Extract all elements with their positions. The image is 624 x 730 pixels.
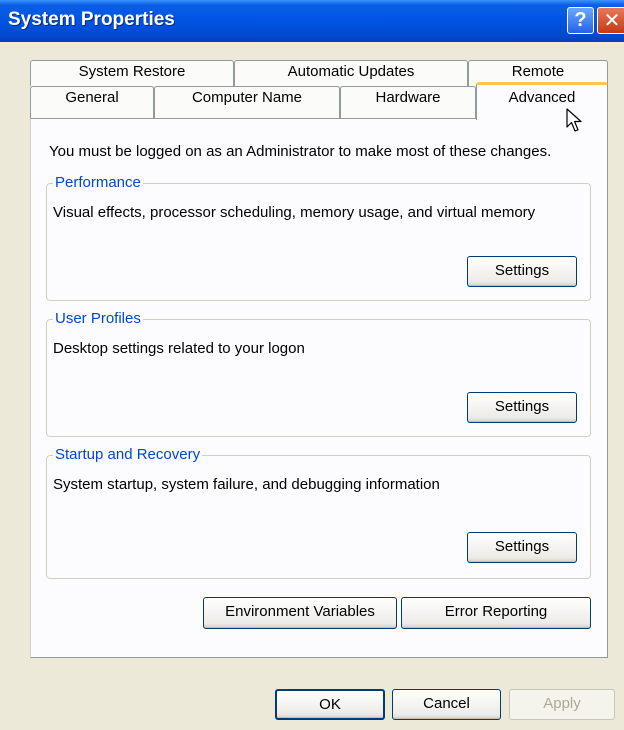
startup-recovery-description: System startup, system failure, and debu… (53, 476, 440, 493)
performance-group: Performance Visual effects, processor sc… (46, 174, 591, 301)
performance-group-title: Performance (53, 174, 143, 191)
startup-recovery-group: Startup and Recovery System startup, sys… (46, 446, 591, 579)
admin-notice: You must be logged on as an Administrato… (49, 143, 552, 160)
button-label: Environment Variables (225, 603, 375, 620)
button-label: Error Reporting (444, 603, 548, 620)
performance-settings-button[interactable]: Settings (467, 256, 577, 287)
button-label: OK (319, 696, 341, 713)
tab-label: Automatic Updates (287, 63, 415, 80)
user-profiles-settings-button[interactable]: Settings (467, 392, 577, 423)
tab-hardware[interactable]: Hardware (340, 86, 476, 118)
startup-recovery-group-title: Startup and Recovery (53, 446, 203, 463)
window-title: System Properties (8, 9, 175, 30)
user-profiles-group-title: User Profiles (53, 310, 143, 327)
tab-system-restore[interactable]: System Restore (30, 60, 234, 86)
user-profiles-description: Desktop settings related to your logon (53, 340, 305, 357)
tab-automatic-updates[interactable]: Automatic Updates (234, 60, 468, 86)
tab-label: Advanced (508, 89, 576, 106)
tab-label: Hardware (375, 89, 441, 106)
tab-label: Remote (511, 63, 565, 80)
tab-label: General (65, 89, 119, 106)
advanced-tab-panel: You must be logged on as an Administrato… (30, 118, 608, 658)
system-properties-dialog: System Properties ? ✕ System Restore Aut… (0, 0, 624, 730)
help-button[interactable]: ? (567, 7, 594, 34)
mouse-pointer-icon (566, 108, 582, 132)
button-label: Apply (543, 695, 581, 712)
tab-general[interactable]: General (30, 86, 154, 118)
close-button[interactable]: ✕ (597, 7, 624, 34)
button-label: Settings (494, 538, 550, 555)
user-profiles-group: User Profiles Desktop settings related t… (46, 310, 591, 437)
title-bar[interactable]: System Properties ? ✕ (0, 0, 624, 42)
tab-advanced[interactable]: Advanced (476, 82, 608, 120)
tab-label: System Restore (78, 63, 186, 80)
button-label: Settings (494, 262, 550, 279)
apply-button[interactable]: Apply (509, 689, 615, 720)
environment-variables-button[interactable]: Environment Variables (203, 597, 397, 629)
help-icon: ? (574, 9, 587, 31)
tab-label: Computer Name (191, 89, 303, 106)
error-reporting-button[interactable]: Error Reporting (401, 597, 591, 629)
tab-computer-name[interactable]: Computer Name (154, 86, 340, 118)
button-label: Settings (494, 398, 550, 415)
startup-recovery-settings-button[interactable]: Settings (467, 532, 577, 563)
cancel-button[interactable]: Cancel (392, 689, 501, 720)
ok-button[interactable]: OK (275, 689, 385, 720)
close-icon: ✕ (603, 10, 621, 32)
performance-description: Visual effects, processor scheduling, me… (53, 204, 536, 221)
button-label: Cancel (423, 695, 470, 712)
